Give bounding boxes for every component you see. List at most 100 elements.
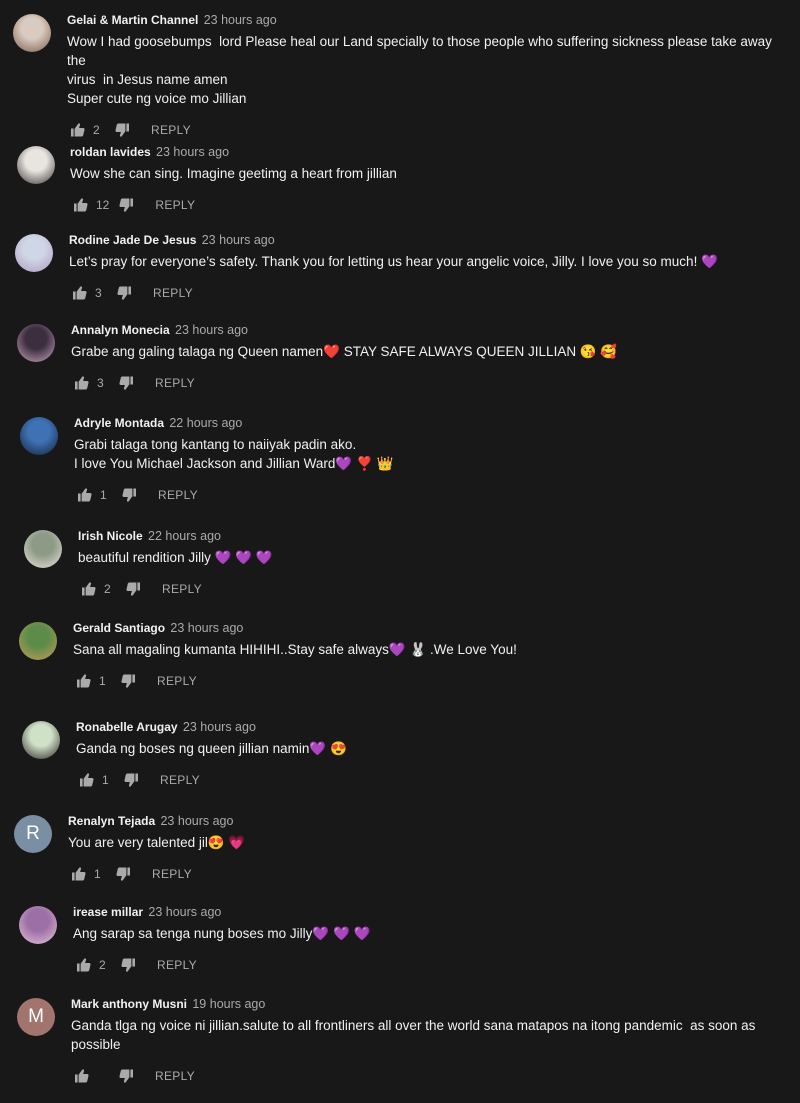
comment-header: Ronabelle Arugay 23 hours ago bbox=[76, 719, 790, 735]
comment-timestamp[interactable]: 23 hours ago bbox=[183, 720, 256, 734]
reply-button[interactable]: REPLY bbox=[151, 123, 191, 137]
thumb-up-icon[interactable] bbox=[74, 485, 94, 505]
comment-header: Mark anthony Musni 19 hours ago bbox=[71, 996, 790, 1012]
like-count: 1 bbox=[100, 488, 107, 502]
thumb-up-icon[interactable] bbox=[71, 373, 91, 393]
comment-timestamp[interactable]: 19 hours ago bbox=[192, 997, 265, 1011]
author-name[interactable]: roldan lavides bbox=[70, 145, 151, 159]
comment-timestamp[interactable]: 23 hours ago bbox=[204, 13, 277, 27]
author-avatar[interactable] bbox=[17, 146, 55, 184]
comment-timestamp[interactable]: 23 hours ago bbox=[202, 233, 275, 247]
comment-text: Wow I had goosebumps lord Please heal ou… bbox=[67, 32, 790, 108]
thumb-up-icon[interactable] bbox=[73, 671, 93, 691]
author-name[interactable]: Ronabelle Arugay bbox=[76, 720, 178, 734]
comment-timestamp[interactable]: 23 hours ago bbox=[160, 814, 233, 828]
reply-button[interactable]: REPLY bbox=[153, 286, 193, 300]
comment-header: irease millar 23 hours ago bbox=[73, 904, 790, 920]
comment-timestamp[interactable]: 23 hours ago bbox=[156, 145, 229, 159]
author-name[interactable]: Renalyn Tejada bbox=[68, 814, 155, 828]
comment-header: Annalyn Monecia 23 hours ago bbox=[71, 322, 790, 338]
thumb-down-icon[interactable] bbox=[113, 120, 133, 140]
like-count: 1 bbox=[102, 773, 109, 787]
author-name[interactable]: irease millar bbox=[73, 905, 143, 919]
avatar-letter: R bbox=[26, 823, 40, 844]
author-avatar[interactable]: M bbox=[17, 998, 55, 1036]
thumb-up-icon[interactable] bbox=[70, 195, 90, 215]
reply-button[interactable]: REPLY bbox=[157, 958, 197, 972]
like-count: 12 bbox=[96, 198, 110, 212]
reply-button[interactable]: REPLY bbox=[152, 867, 192, 881]
comment-text-line: Wow I had goosebumps lord Please heal ou… bbox=[67, 34, 776, 68]
thumb-down-icon[interactable] bbox=[119, 671, 139, 691]
thumb-down-icon[interactable] bbox=[117, 195, 137, 215]
comment-text: beautiful rendition Jilly 💜 💜 💜 bbox=[78, 548, 790, 567]
thumb-down-icon[interactable] bbox=[120, 485, 140, 505]
author-avatar[interactable] bbox=[15, 234, 53, 272]
author-avatar[interactable] bbox=[13, 14, 51, 52]
comment-body: Adryle Montada 22 hours ago Grabi talaga … bbox=[74, 415, 790, 505]
thumb-up-icon[interactable] bbox=[73, 955, 93, 975]
comment-header: Gerald Santiago 23 hours ago bbox=[73, 620, 790, 636]
comment-text-line: Wow she can sing. Imagine geetimg a hear… bbox=[70, 166, 397, 181]
comment-text-line: You are very talented jil😍 💗 bbox=[68, 835, 246, 850]
author-avatar[interactable] bbox=[20, 417, 58, 455]
comment-text: Ganda tlga ng voice ni jillian.salute to… bbox=[71, 1016, 790, 1054]
comments-section: Gelai & Martin Channel 23 hours ago Wow I… bbox=[0, 0, 800, 1103]
author-avatar[interactable] bbox=[19, 906, 57, 944]
comment-timestamp[interactable]: 22 hours ago bbox=[148, 529, 221, 543]
comment-actions: 2 REPLY bbox=[78, 579, 790, 599]
comment-body: Mark anthony Musni 19 hours ago Ganda tlg… bbox=[71, 996, 790, 1086]
author-name[interactable]: Mark anthony Musni bbox=[71, 997, 187, 1011]
thumb-up-icon[interactable] bbox=[69, 283, 89, 303]
comment-header: Renalyn Tejada 23 hours ago bbox=[68, 813, 790, 829]
thumb-up-icon[interactable] bbox=[76, 770, 96, 790]
author-name[interactable]: Rodine Jade De Jesus bbox=[69, 233, 196, 247]
author-name[interactable]: Irish Nicole bbox=[78, 529, 143, 543]
reply-button[interactable]: REPLY bbox=[155, 198, 195, 212]
comment-text-line: Let’s pray for everyone’s safety. Thank … bbox=[69, 254, 718, 269]
thumb-down-icon[interactable] bbox=[115, 283, 135, 303]
comment-timestamp[interactable]: 23 hours ago bbox=[170, 621, 243, 635]
comment-text-line: virus in Jesus name amen bbox=[67, 72, 228, 87]
like-count: 2 bbox=[99, 958, 106, 972]
comment-text-line: possible bbox=[71, 1037, 121, 1052]
author-avatar[interactable] bbox=[19, 622, 57, 660]
comment-timestamp[interactable]: 22 hours ago bbox=[169, 416, 242, 430]
like-count: 2 bbox=[104, 582, 111, 596]
thumb-up-icon[interactable] bbox=[67, 120, 87, 140]
comment-actions: 12 REPLY bbox=[70, 195, 790, 215]
thumb-up-icon[interactable] bbox=[68, 864, 88, 884]
thumb-down-icon[interactable] bbox=[119, 955, 139, 975]
reply-button[interactable]: REPLY bbox=[158, 488, 198, 502]
comment-timestamp[interactable]: 23 hours ago bbox=[148, 905, 221, 919]
reply-button[interactable]: REPLY bbox=[160, 773, 200, 787]
author-avatar[interactable] bbox=[22, 721, 60, 759]
thumb-down-icon[interactable] bbox=[117, 373, 137, 393]
reply-button[interactable]: REPLY bbox=[155, 376, 195, 390]
comment-text: Sana all magaling kumanta HIHIHI..Stay s… bbox=[73, 640, 790, 659]
author-avatar[interactable] bbox=[17, 324, 55, 362]
comment-text-line: I love You Michael Jackson and Jillian W… bbox=[74, 456, 394, 471]
comment-text-line: Grabi talaga tong kantang to naiiyak pad… bbox=[74, 437, 357, 452]
author-name[interactable]: Gelai & Martin Channel bbox=[67, 13, 198, 27]
comment-header: Adryle Montada 22 hours ago bbox=[74, 415, 790, 431]
thumb-down-icon[interactable] bbox=[124, 579, 144, 599]
reply-button[interactable]: REPLY bbox=[157, 674, 197, 688]
reply-button[interactable]: REPLY bbox=[162, 582, 202, 596]
thumb-down-icon[interactable] bbox=[114, 864, 134, 884]
thumb-up-icon[interactable] bbox=[71, 1066, 91, 1086]
thumb-down-icon[interactable] bbox=[122, 770, 142, 790]
comment-text-line: beautiful rendition Jilly 💜 💜 💜 bbox=[78, 550, 273, 565]
comment-text-line: Ang sarap sa tenga nung boses mo Jilly💜 … bbox=[73, 926, 371, 941]
author-avatar[interactable]: R bbox=[14, 815, 52, 853]
author-name[interactable]: Adryle Montada bbox=[74, 416, 164, 430]
thumb-down-icon[interactable] bbox=[117, 1066, 137, 1086]
author-name[interactable]: Annalyn Monecia bbox=[71, 323, 170, 337]
comment-header: Rodine Jade De Jesus 23 hours ago bbox=[69, 232, 790, 248]
author-name[interactable]: Gerald Santiago bbox=[73, 621, 165, 635]
thumb-up-icon[interactable] bbox=[78, 579, 98, 599]
comment-actions: 3 REPLY bbox=[69, 283, 790, 303]
reply-button[interactable]: REPLY bbox=[155, 1069, 195, 1083]
author-avatar[interactable] bbox=[24, 530, 62, 568]
comment-timestamp[interactable]: 23 hours ago bbox=[175, 323, 248, 337]
